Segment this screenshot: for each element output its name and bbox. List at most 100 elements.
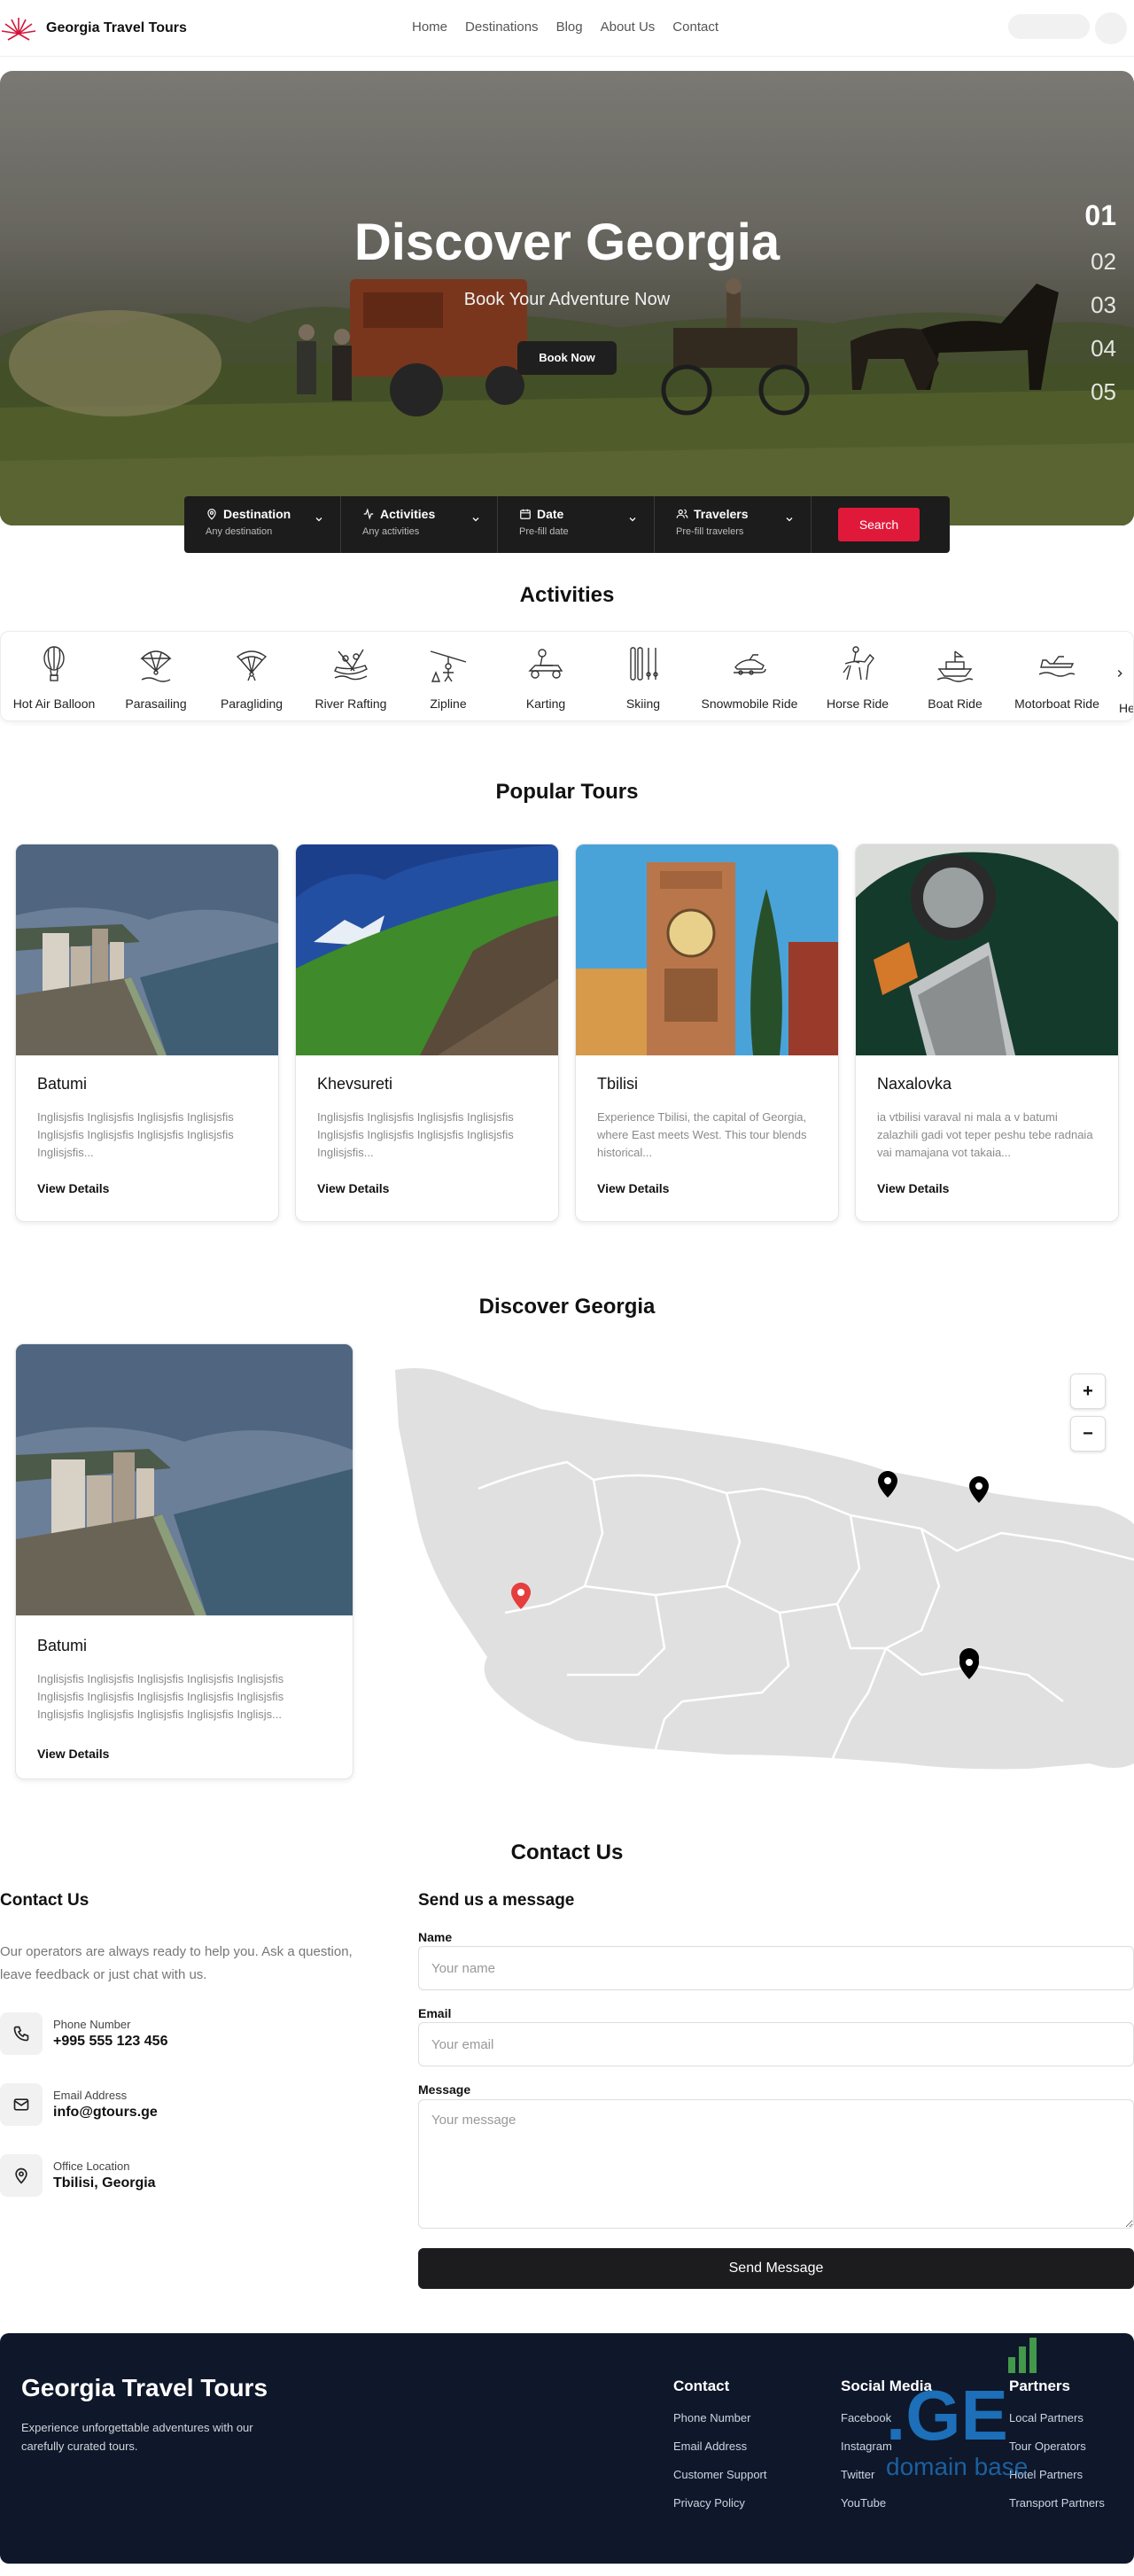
parasailing-icon bbox=[140, 650, 172, 682]
nav-about[interactable]: About Us bbox=[601, 19, 656, 35]
activity-icon bbox=[363, 508, 374, 520]
batumi-photo bbox=[16, 844, 278, 1055]
search-button[interactable]: Search bbox=[838, 508, 920, 541]
slide-1[interactable]: 01 bbox=[1084, 199, 1116, 232]
tour-card-tbilisi[interactable]: Tbilisi Experience Tbilisi, the capital … bbox=[575, 844, 839, 1222]
location-value: Tbilisi, Georgia bbox=[53, 2175, 156, 2191]
slide-2[interactable]: 02 bbox=[1091, 248, 1116, 276]
map-marker-khevsureti-icon[interactable] bbox=[878, 1471, 897, 1498]
paragliding-icon bbox=[236, 650, 268, 681]
book-now-button[interactable]: Book Now bbox=[517, 341, 617, 375]
language-switcher-placeholder[interactable] bbox=[1008, 14, 1090, 39]
tbilisi-photo bbox=[576, 844, 838, 1055]
activity-horse-ride[interactable]: Horse Ride bbox=[804, 644, 911, 711]
footer-link[interactable]: Transport Partners bbox=[1009, 2496, 1105, 2510]
slide-5[interactable]: 05 bbox=[1091, 378, 1116, 406]
location-label: Office Location bbox=[53, 2160, 130, 2173]
footer-link[interactable]: Privacy Policy bbox=[673, 2496, 767, 2510]
nav-home[interactable]: Home bbox=[412, 19, 447, 35]
map-marker-north-icon[interactable] bbox=[969, 1476, 989, 1503]
activity-snowmobile-ride[interactable]: Snowmobile Ride bbox=[696, 644, 803, 711]
activity-label: Karting bbox=[525, 697, 566, 711]
discover-name: Batumi bbox=[37, 1637, 88, 1654]
footer-link[interactable]: Phone Number bbox=[673, 2411, 767, 2424]
tour-card-khevsureti[interactable]: Khevsureti Inglisjsfis Inglisjsfis Ingli… bbox=[295, 844, 559, 1222]
view-details-link[interactable]: View Details bbox=[37, 1181, 109, 1195]
activity-skiing[interactable]: Skiing bbox=[590, 644, 696, 711]
user-avatar-placeholder[interactable] bbox=[1095, 12, 1127, 44]
footer-link[interactable]: Local Partners bbox=[1009, 2411, 1105, 2424]
form-title: Send us a message bbox=[418, 1891, 575, 1910]
snowmobile-icon bbox=[734, 654, 766, 675]
footer-link[interactable]: Facebook bbox=[841, 2411, 932, 2424]
message-textarea[interactable] bbox=[418, 2099, 1134, 2229]
activity-river-rafting[interactable]: River Rafting bbox=[298, 644, 404, 711]
chevron-down-icon bbox=[315, 518, 322, 522]
activity-label: Zipline bbox=[430, 697, 467, 711]
tour-name: Khevsureti bbox=[317, 1075, 393, 1093]
travelers-select[interactable]: Travelers Pre-fill travelers bbox=[655, 496, 812, 553]
email-value[interactable]: info@gtours.ge bbox=[53, 2105, 158, 2121]
map-marker-naxalovka-icon[interactable] bbox=[959, 1653, 979, 1679]
chevron-right-icon[interactable] bbox=[1114, 667, 1126, 680]
contact-intro: Our operators are always ready to help y… bbox=[0, 1944, 353, 1982]
tour-card-naxalovka[interactable]: Naxalovka ia vtbilisi varaval ni mala a … bbox=[855, 844, 1119, 1222]
contact-location[interactable]: Office Location Tbilisi, Georgia bbox=[0, 2154, 156, 2197]
date-label: Date bbox=[537, 507, 564, 521]
zoom-in-button[interactable]: + bbox=[1070, 1374, 1106, 1409]
slide-3[interactable]: 03 bbox=[1091, 292, 1116, 319]
phone-value[interactable]: +995 555 123 456 bbox=[53, 2034, 167, 2050]
map-marker-batumi-icon[interactable] bbox=[511, 1583, 531, 1609]
date-select[interactable]: Date Pre-fill date bbox=[498, 496, 655, 553]
footer-link[interactable]: Email Address bbox=[673, 2440, 767, 2453]
email-input[interactable] bbox=[418, 2022, 1134, 2066]
footer-link[interactable]: YouTube bbox=[841, 2496, 932, 2510]
destination-select[interactable]: Destination Any destination bbox=[184, 496, 341, 553]
view-details-link[interactable]: View Details bbox=[877, 1181, 949, 1195]
activity-hot-air-balloon[interactable]: Hot Air Balloon bbox=[1, 644, 107, 711]
activity-label: Skiing bbox=[625, 697, 661, 711]
brand-logo[interactable]: Georgia Travel Tours bbox=[0, 12, 187, 44]
activity-label: River Rafting bbox=[315, 697, 387, 711]
footer-link[interactable]: Tour Operators bbox=[1009, 2440, 1105, 2453]
river-rafting-icon bbox=[334, 649, 368, 681]
discover-card-batumi[interactable]: Batumi Inglisjsfis Inglisjsfis Inglisjsf… bbox=[15, 1343, 353, 1779]
footer-link[interactable]: Instagram bbox=[841, 2440, 932, 2453]
map-pin-icon bbox=[207, 509, 216, 520]
footer-link[interactable]: Customer Support bbox=[673, 2468, 767, 2481]
footer-col-title: Partners bbox=[1009, 2378, 1070, 2394]
slide-4[interactable]: 04 bbox=[1091, 335, 1116, 362]
zoom-out-button[interactable]: − bbox=[1070, 1416, 1106, 1451]
tour-card-batumi[interactable]: Batumi Inglisjsfis Inglisjsfis Inglisjsf… bbox=[15, 844, 279, 1222]
name-input[interactable] bbox=[418, 1946, 1134, 1990]
nav-blog[interactable]: Blog bbox=[556, 19, 583, 35]
view-details-link[interactable]: View Details bbox=[37, 1747, 109, 1761]
activity-label: Horse Ride bbox=[826, 697, 889, 711]
activity-label: He bbox=[1119, 701, 1134, 715]
send-message-button[interactable]: Send Message bbox=[418, 2248, 1134, 2289]
karting-icon bbox=[528, 649, 563, 679]
georgia-map[interactable]: + − bbox=[390, 1338, 1134, 1790]
nav-contact[interactable]: Contact bbox=[672, 19, 718, 35]
footer-link[interactable]: Hotel Partners bbox=[1009, 2468, 1105, 2481]
activity-paragliding[interactable]: Paragliding bbox=[198, 644, 305, 711]
contact-email[interactable]: Email Address info@gtours.ge bbox=[0, 2083, 158, 2126]
chevron-down-icon bbox=[786, 518, 793, 522]
travelers-value: Pre-fill travelers bbox=[676, 526, 744, 537]
batumi-photo bbox=[16, 1344, 353, 1615]
view-details-link[interactable]: View Details bbox=[597, 1181, 669, 1195]
activity-partial[interactable]: He bbox=[1073, 644, 1134, 715]
activity-boat-ride[interactable]: Boat Ride bbox=[902, 644, 1008, 711]
activities-select[interactable]: Activities Any activities bbox=[341, 496, 498, 553]
nav-destinations[interactable]: Destinations bbox=[465, 19, 539, 35]
contact-phone[interactable]: Phone Number +995 555 123 456 bbox=[0, 2012, 167, 2055]
activity-parasailing[interactable]: Parasailing bbox=[103, 644, 209, 711]
activity-zipline[interactable]: Zipline bbox=[395, 644, 501, 711]
zipline-icon bbox=[430, 650, 467, 682]
name-label: Name bbox=[418, 1930, 453, 1944]
footer-link[interactable]: Twitter bbox=[841, 2468, 932, 2481]
activity-label: Hot Air Balloon bbox=[12, 697, 96, 711]
activity-karting[interactable]: Karting bbox=[493, 644, 599, 711]
view-details-link[interactable]: View Details bbox=[317, 1181, 389, 1195]
naxalovka-photo bbox=[856, 844, 1118, 1055]
